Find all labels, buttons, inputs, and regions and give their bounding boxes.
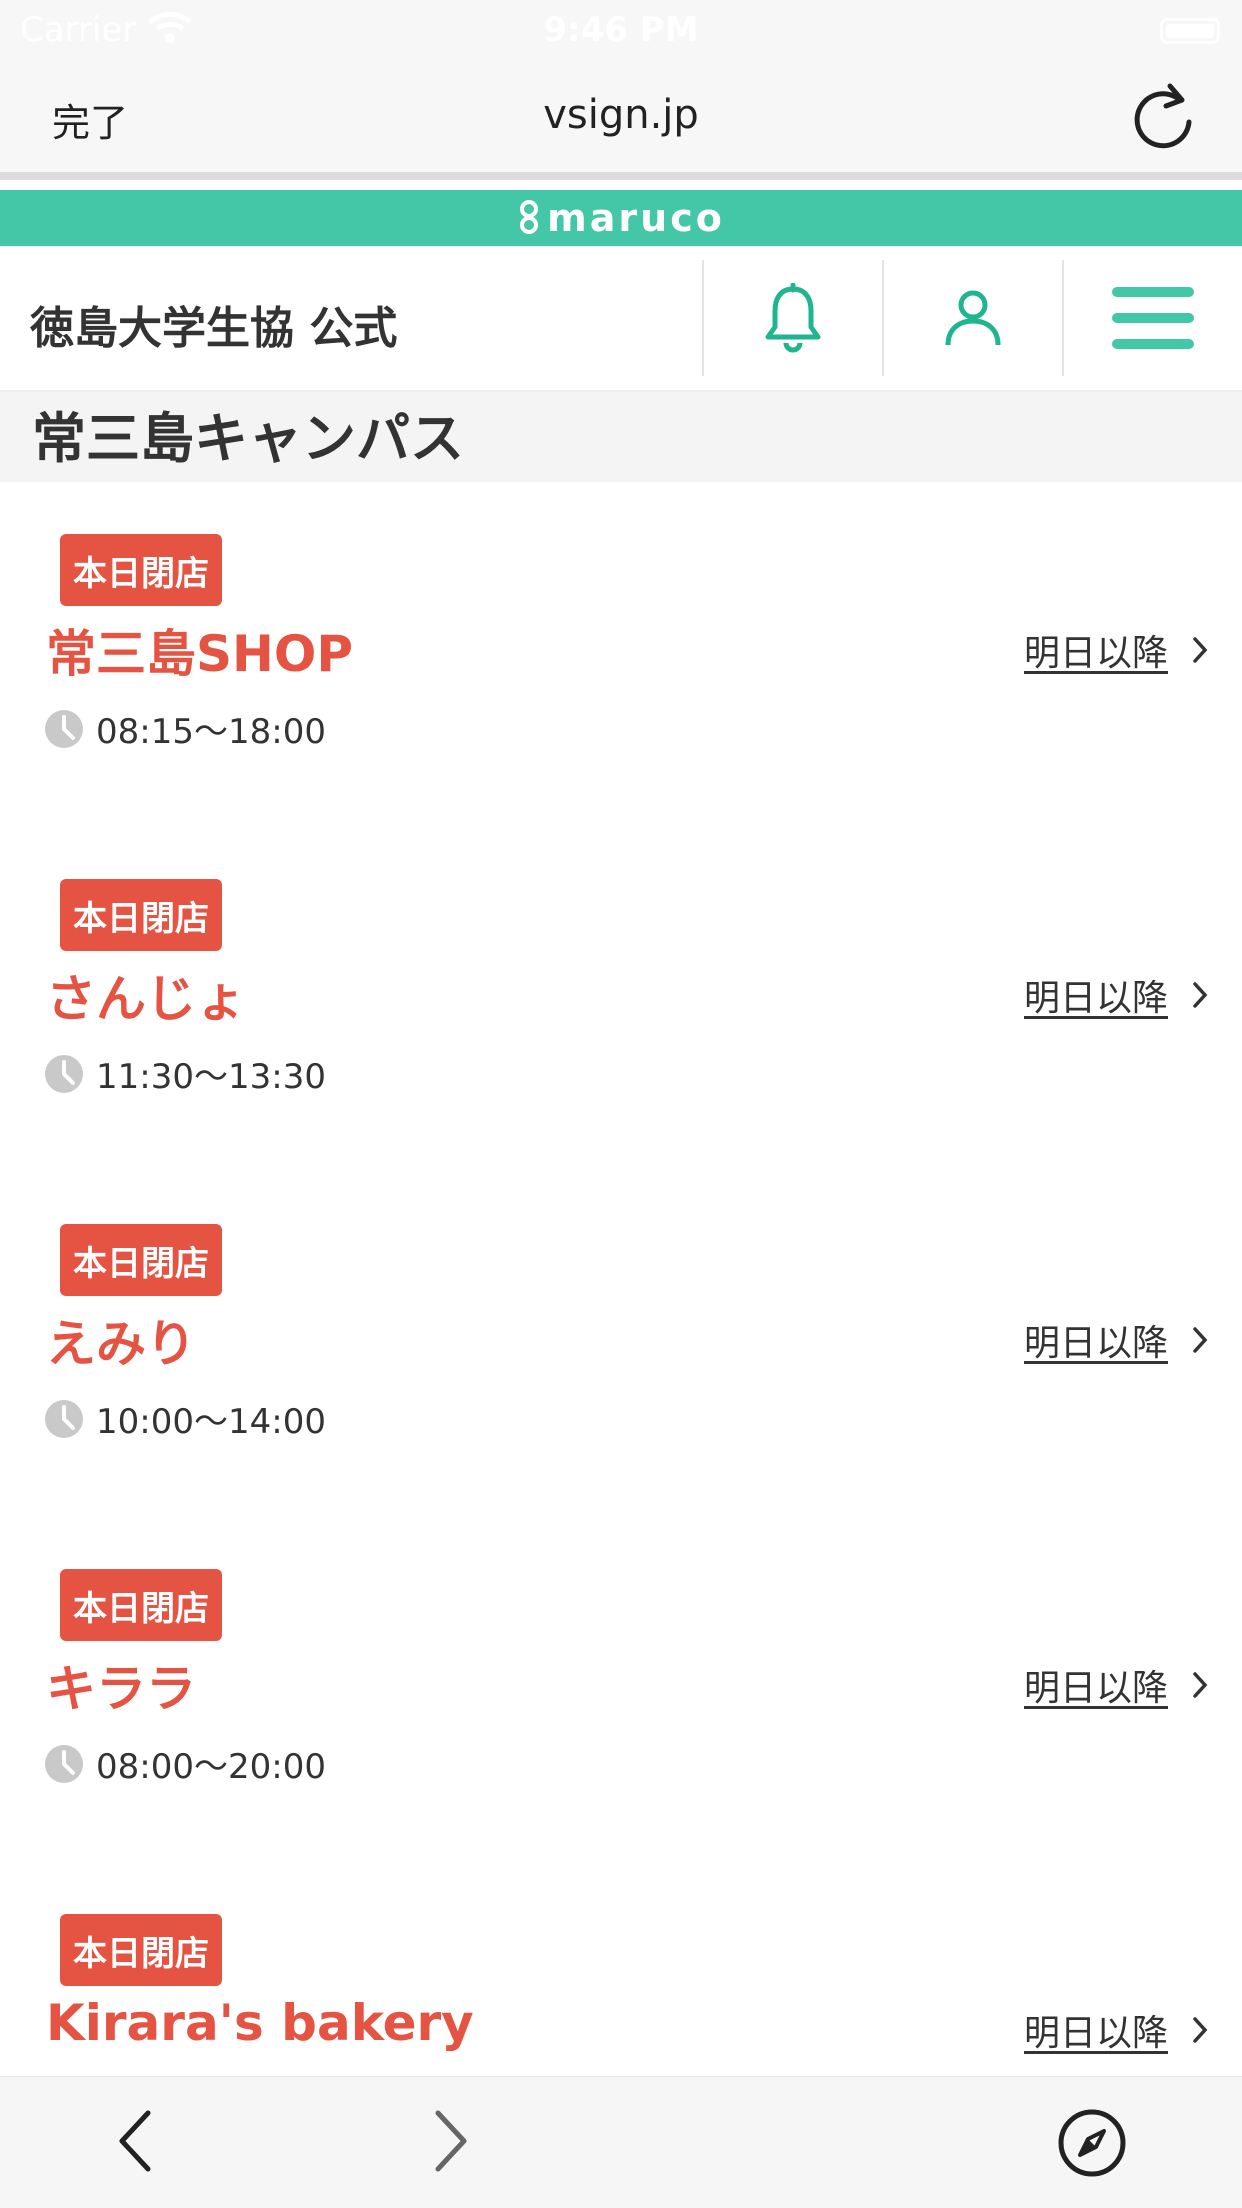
shop-name: えみり: [46, 1315, 196, 1373]
next-days-link[interactable]: 明日以降: [1024, 1314, 1208, 1366]
status-time: 9:46 PM: [543, 10, 699, 50]
clock-icon: [45, 709, 83, 748]
clock-icon: [45, 1744, 83, 1783]
next-days-label: 明日以降: [1023, 2013, 1168, 2054]
hours-row: 08:00〜20:00: [44, 1739, 326, 1788]
shop-card[interactable]: 本日閉店 さんじょ 11:30〜13:30 明日以降: [0, 827, 1242, 1157]
page: Carrier 9:46 PM 完了 vsign.jp maruco 徳島大学生…: [0, 0, 1242, 2208]
hours-text: 08:00〜20:00: [96, 1747, 326, 1787]
next-days-label: 明日以降: [1023, 978, 1168, 1019]
maruco-mark-icon: [520, 200, 539, 234]
chevron-right-icon: [1193, 637, 1208, 663]
hours-row: 10:00〜14:00: [44, 1394, 326, 1443]
next-days-link[interactable]: 明日以降: [1024, 969, 1208, 1021]
next-days-link[interactable]: 明日以降: [1024, 1659, 1208, 1711]
menu-button[interactable]: [1062, 260, 1242, 376]
shop-name: 常三島SHOP: [46, 625, 354, 683]
next-days-link[interactable]: 明日以降: [1024, 624, 1208, 676]
hours-text: 11:30〜13:30: [96, 1057, 326, 1097]
clock-icon: [45, 1399, 83, 1438]
shop-card[interactable]: 本日閉店 キララ 08:00〜20:00 明日以降: [0, 1517, 1242, 1847]
section-title: 常三島キャンパス: [32, 407, 464, 470]
closed-badge: 本日閉店: [60, 1914, 222, 1986]
hours-row: 11:30〜13:30: [44, 1049, 326, 1098]
closed-badge: 本日閉店: [60, 1569, 222, 1641]
url-label: vsign.jp: [543, 92, 699, 138]
notifications-button[interactable]: [702, 260, 882, 376]
status-bar: Carrier 9:46 PM: [0, 0, 1242, 62]
user-icon: [945, 290, 1001, 346]
chevron-right-icon: [1193, 2017, 1208, 2043]
next-days-label: 明日以降: [1023, 1668, 1168, 1709]
account-button[interactable]: [882, 260, 1062, 376]
brand-name: maruco: [547, 196, 725, 240]
section-header: 常三島キャンパス: [0, 392, 1242, 482]
menu-icon: [1112, 287, 1194, 349]
forward-icon[interactable]: [432, 2109, 472, 2173]
back-icon[interactable]: [114, 2109, 154, 2173]
site-title: 徳島大学生協 公式: [30, 303, 398, 354]
clock-icon: [45, 1054, 83, 1093]
hours-row: 08:15〜18:00: [44, 704, 326, 753]
closed-badge: 本日閉店: [60, 534, 222, 606]
hours-text: 10:00〜14:00: [96, 1402, 326, 1442]
bell-icon: [765, 283, 821, 353]
shop-name: キララ: [46, 1660, 196, 1718]
hours-text: 08:15〜18:00: [96, 712, 326, 752]
site-header: 徳島大学生協 公式: [0, 246, 1242, 392]
battery-icon: [1160, 18, 1220, 44]
browser-bar: 完了 vsign.jp: [0, 62, 1242, 180]
compass-icon[interactable]: [1056, 2107, 1128, 2179]
reload-icon[interactable]: [1126, 78, 1202, 154]
chevron-right-icon: [1193, 982, 1208, 1008]
shop-list: 本日閉店 常三島SHOP 08:15〜18:00 明日以降 本日閉店 さんじょ: [0, 482, 1242, 2207]
brand-bar: maruco: [0, 190, 1242, 246]
chevron-right-icon: [1193, 1672, 1208, 1698]
next-days-link[interactable]: 明日以降: [1024, 2004, 1208, 2056]
shop-card[interactable]: 本日閉店 えみり 10:00〜14:00 明日以降: [0, 1172, 1242, 1502]
maruco-logo: maruco: [517, 196, 725, 240]
shop-card[interactable]: 本日閉店 常三島SHOP 08:15〜18:00 明日以降: [0, 482, 1242, 812]
shop-name: さんじょ: [46, 970, 246, 1028]
next-days-label: 明日以降: [1023, 1323, 1168, 1364]
closed-badge: 本日閉店: [60, 879, 222, 951]
chevron-right-icon: [1193, 1327, 1208, 1353]
browser-toolbar: [0, 2076, 1242, 2208]
next-days-label: 明日以降: [1023, 633, 1168, 674]
shop-name: Kirara's bakery: [46, 1994, 474, 2052]
closed-badge: 本日閉店: [60, 1224, 222, 1296]
